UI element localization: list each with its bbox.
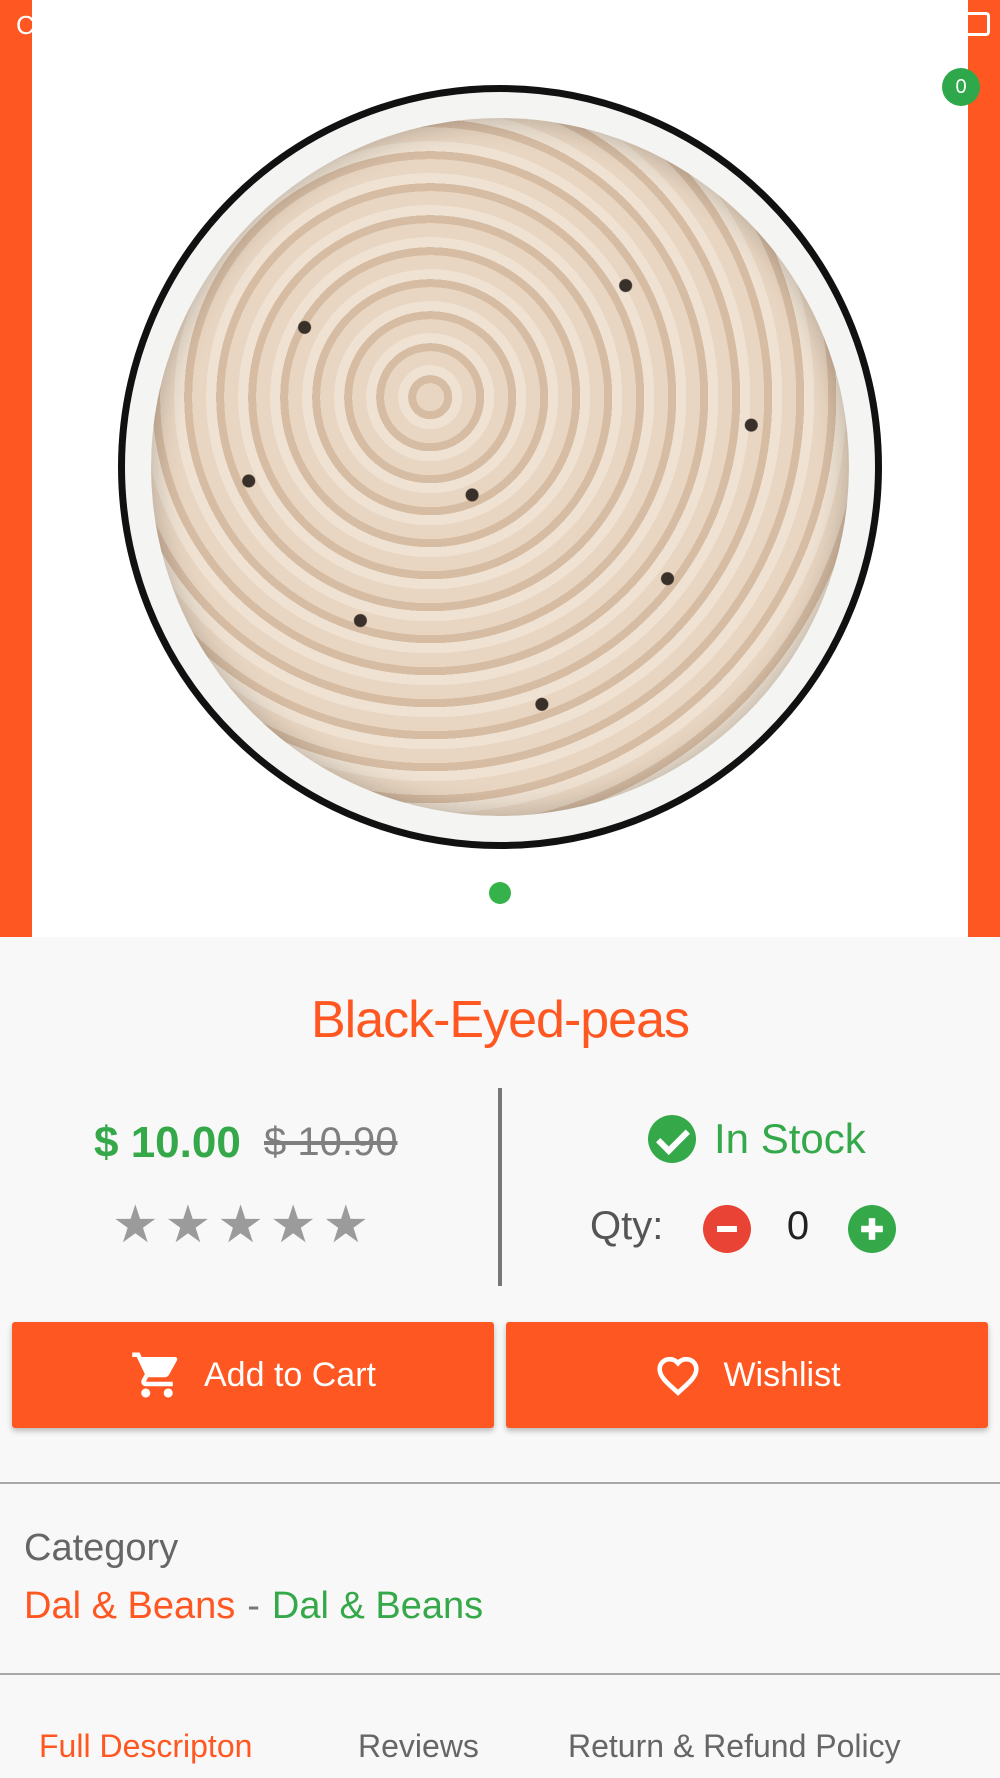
cart-count-badge[interactable]: 0: [942, 68, 980, 106]
status-bar-left: C: [16, 10, 35, 40]
qty-decrease-button[interactable]: [703, 1205, 751, 1253]
category-separator: -: [247, 1585, 260, 1627]
vertical-divider: [498, 1088, 502, 1286]
qty-value: 0: [786, 1204, 810, 1248]
wishlist-label: Wishlist: [723, 1355, 841, 1394]
qty-increase-button[interactable]: [848, 1205, 896, 1253]
description-tabs: Full Descripton Reviews Return & Refund …: [0, 1728, 1000, 1778]
wishlist-button[interactable]: Wishlist: [506, 1322, 988, 1428]
heart-icon: [657, 1356, 700, 1396]
cart-icon: [132, 1352, 178, 1398]
carousel-indicator-active[interactable]: [489, 882, 511, 904]
price-old: $ 10.90: [264, 1120, 398, 1164]
tab-full-description[interactable]: Full Descripton: [39, 1728, 252, 1765]
star-rating[interactable]: ★★★★★: [112, 1195, 375, 1255]
add-to-cart-button[interactable]: Add to Cart: [12, 1322, 494, 1428]
stock-status: In Stock: [648, 1115, 866, 1163]
stock-label: In Stock: [714, 1115, 866, 1162]
product-title: Black-Eyed-peas: [310, 991, 690, 1049]
price-current: $ 10.00: [94, 1118, 241, 1167]
beans-texture: [151, 118, 849, 816]
plus-icon: [861, 1218, 883, 1240]
category-label: Category: [24, 1527, 179, 1569]
category-path: Dal & Beans - Dal & Beans: [24, 1585, 483, 1628]
add-to-cart-label: Add to Cart: [204, 1355, 376, 1394]
check-circle-icon: [648, 1115, 696, 1163]
tab-reviews[interactable]: Reviews: [358, 1728, 479, 1765]
section-divider: [0, 1673, 1000, 1675]
battery-icon: [968, 12, 990, 36]
tab-return-refund-policy[interactable]: Return & Refund Policy: [568, 1728, 901, 1765]
minus-icon: [717, 1226, 737, 1232]
section-divider: [0, 1482, 1000, 1484]
qty-label: Qty:: [590, 1204, 664, 1248]
category-link-primary[interactable]: Dal & Beans: [24, 1585, 235, 1627]
category-link-secondary[interactable]: Dal & Beans: [272, 1585, 483, 1627]
product-image[interactable]: [118, 85, 882, 849]
